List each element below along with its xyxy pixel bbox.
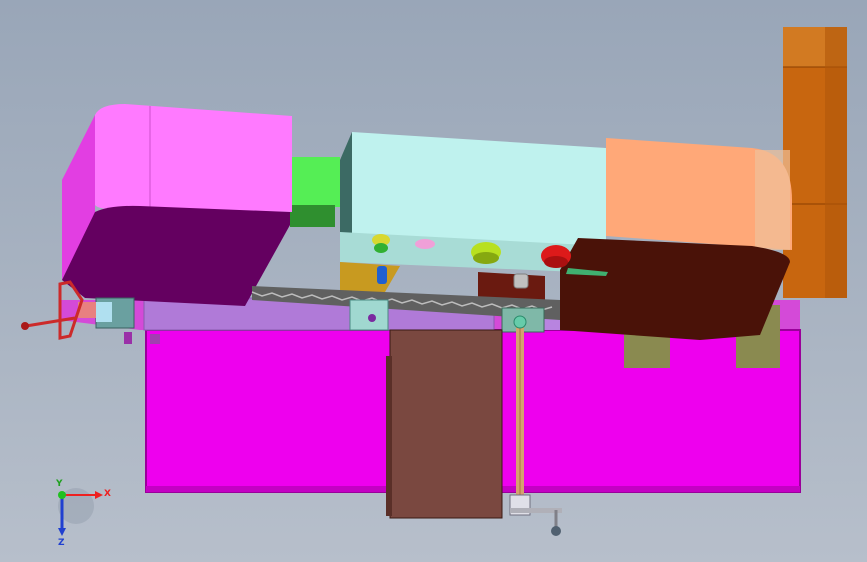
y-axis-label: Y xyxy=(55,479,63,489)
coordinate-triad: X Y Z xyxy=(55,479,111,548)
z-axis-label: Z xyxy=(58,538,65,548)
x-axis-label: X xyxy=(104,489,111,499)
cad-graphics-viewport[interactable]: X Y Z xyxy=(0,0,867,562)
y-axis-dot xyxy=(58,491,66,499)
